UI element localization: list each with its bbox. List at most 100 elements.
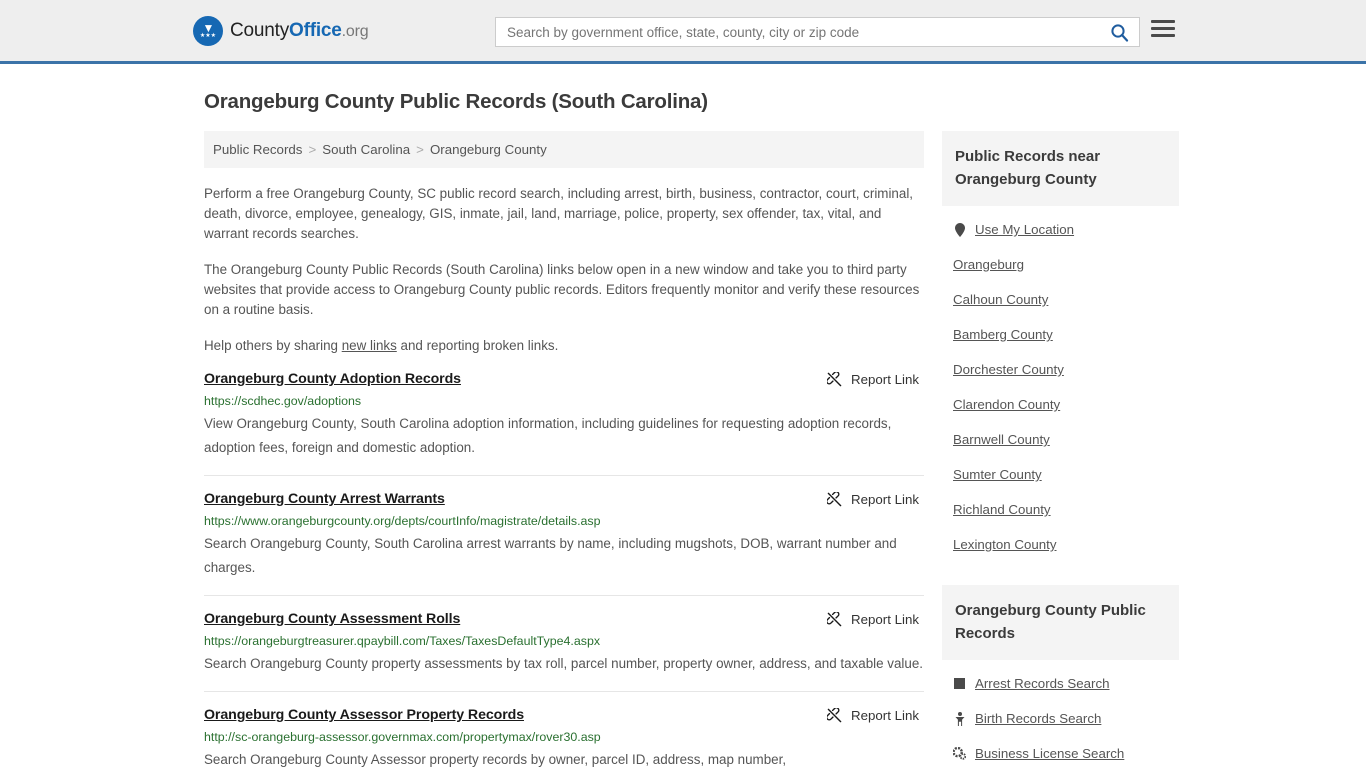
sidebar-item-bamberg-county[interactable]: Bamberg County (953, 317, 1179, 352)
brand-part-office: Office (289, 19, 342, 41)
report-link-button[interactable]: Report Link (827, 372, 919, 387)
nearby-records-card: Public Records near Orangeburg County Us… (942, 131, 1179, 562)
record-title-link[interactable]: Orangeburg County Assessment Rolls (204, 611, 460, 627)
content-columns: Public Records > South Carolina > Orange… (204, 131, 1179, 768)
main-column: Public Records > South Carolina > Orange… (204, 131, 924, 768)
brand-part-org: .org (341, 22, 369, 40)
sidebar-link-label[interactable]: Sumter County (953, 467, 1042, 482)
broken-link-icon (827, 708, 842, 723)
sidebar: Public Records near Orangeburg County Us… (942, 131, 1179, 768)
broken-link-icon (827, 492, 842, 507)
sidebar-link-label[interactable]: Barnwell County (953, 432, 1050, 447)
report-link-button[interactable]: Report Link (827, 492, 919, 507)
sidebar-item-birth-records-search[interactable]: Birth Records Search (953, 701, 1179, 736)
report-link-label: Report Link (851, 492, 919, 507)
record-item: Orangeburg County Assessor Property Reco… (204, 692, 924, 768)
sidebar-item-clarendon-county[interactable]: Clarendon County (953, 387, 1179, 422)
record-title-link[interactable]: Orangeburg County Arrest Warrants (204, 491, 445, 507)
eagle-seal-icon: ▼ ★★★ (193, 15, 223, 46)
page-title: Orangeburg County Public Records (South … (204, 90, 708, 113)
sidebar-item-barnwell-county[interactable]: Barnwell County (953, 422, 1179, 457)
sidebar-link-label[interactable]: Clarendon County (953, 397, 1060, 412)
record-item: Orangeburg County Arrest Warrants Report… (204, 476, 924, 596)
county-records-title: Orangeburg County Public Records (942, 585, 1179, 660)
record-title-link[interactable]: Orangeburg County Assessor Property Reco… (204, 707, 524, 723)
sidebar-link-label[interactable]: Richland County (953, 502, 1051, 517)
sidebar-link-label[interactable]: Bamberg County (953, 327, 1053, 342)
record-description: Search Orangeburg County Assessor proper… (204, 752, 787, 767)
record-header: Orangeburg County Assessment Rolls Repor… (204, 611, 924, 627)
sidebar-link-label[interactable]: Business License Search (975, 746, 1124, 761)
nearby-records-title: Public Records near Orangeburg County (942, 131, 1179, 206)
record-url: https://scdhec.gov/adoptions (204, 394, 362, 408)
report-link-label: Report Link (851, 372, 919, 387)
sidebar-link-label[interactable]: Use My Location (975, 222, 1074, 237)
intro-text-before: Help others by sharing (204, 338, 342, 353)
broken-link-icon (827, 612, 842, 627)
sidebar-item-business-license-search[interactable]: Business License Search (953, 736, 1179, 768)
sidebar-link-label[interactable]: Orangeburg (953, 257, 1024, 272)
nearby-records-list: Use My Location Orangeburg Calhoun Count… (942, 206, 1179, 562)
gears-icon (953, 747, 966, 760)
hamburger-bar (1151, 34, 1175, 37)
report-link-button[interactable]: Report Link (827, 612, 919, 627)
broken-link-icon (827, 372, 842, 387)
intro-paragraph-1: Perform a free Orangeburg County, SC pub… (204, 186, 914, 241)
new-links-link[interactable]: new links (342, 338, 397, 353)
intro-paragraph-3: Help others by sharing new links and rep… (204, 336, 924, 356)
report-link-button[interactable]: Report Link (827, 708, 919, 723)
page-container: Orangeburg County Public Records (South … (0, 90, 1366, 768)
hamburger-bar (1151, 20, 1175, 23)
search-bar[interactable] (495, 17, 1140, 47)
county-records-list: Arrest Records Search Birth Records Sear… (942, 660, 1179, 768)
map-pin-icon (953, 222, 966, 237)
record-header: Orangeburg County Arrest Warrants Report… (204, 491, 924, 507)
search-button[interactable] (1099, 18, 1139, 46)
sidebar-link-label[interactable]: Lexington County (953, 537, 1057, 552)
record-description: Search Orangeburg County, South Carolina… (204, 536, 897, 575)
sidebar-item-arrest-records-search[interactable]: Arrest Records Search (953, 666, 1179, 701)
search-icon (1110, 23, 1128, 42)
report-link-label: Report Link (851, 708, 919, 723)
intro-text-after: and reporting broken links. (396, 338, 559, 353)
sidebar-item-lexington-county[interactable]: Lexington County (953, 527, 1179, 562)
breadcrumb-item-south-carolina[interactable]: South Carolina (322, 142, 410, 157)
breadcrumb-separator: > (416, 142, 424, 157)
child-icon (953, 711, 966, 726)
sidebar-item-orangeburg[interactable]: Orangeburg (953, 247, 1179, 282)
sidebar-item-use-my-location[interactable]: Use My Location (953, 212, 1179, 247)
record-title-link[interactable]: Orangeburg County Adoption Records (204, 371, 461, 387)
breadcrumb-item-public-records[interactable]: Public Records (213, 142, 302, 157)
record-url: https://orangeburgtreasurer.qpaybill.com… (204, 634, 601, 648)
brand-part-county: County (230, 19, 290, 41)
search-input[interactable] (496, 24, 1099, 40)
site-header: ▼ ★★★ CountyOffice.org (0, 0, 1366, 64)
intro-text: Perform a free Orangeburg County, SC pub… (204, 184, 924, 356)
sidebar-item-calhoun-county[interactable]: Calhoun County (953, 282, 1179, 317)
intro-paragraph-2: The Orangeburg County Public Records (So… (204, 262, 920, 317)
record-header: Orangeburg County Assessor Property Reco… (204, 707, 924, 723)
sidebar-item-richland-county[interactable]: Richland County (953, 492, 1179, 527)
record-item: Orangeburg County Assessment Rolls Repor… (204, 596, 924, 692)
hamburger-bar (1151, 27, 1175, 30)
brand-wordmark: CountyOffice.org (230, 19, 369, 42)
breadcrumb-item-orangeburg-county[interactable]: Orangeburg County (430, 142, 547, 157)
record-url: http://sc-orangeburg-assessor.governmax.… (204, 730, 601, 744)
county-records-card: Orangeburg County Public Records Arrest … (942, 585, 1179, 768)
sidebar-link-label[interactable]: Calhoun County (953, 292, 1048, 307)
record-url: https://www.orangeburgcounty.org/depts/c… (204, 514, 601, 528)
breadcrumb: Public Records > South Carolina > Orange… (204, 131, 924, 168)
record-item: Orangeburg County Adoption Records Repor… (204, 356, 924, 476)
record-description: Search Orangeburg County property assess… (204, 656, 924, 671)
sidebar-link-label[interactable]: Dorchester County (953, 362, 1064, 377)
site-logo[interactable]: ▼ ★★★ CountyOffice.org (193, 15, 369, 46)
record-header: Orangeburg County Adoption Records Repor… (204, 371, 924, 387)
hamburger-menu-icon[interactable] (1151, 20, 1175, 37)
sidebar-item-dorchester-county[interactable]: Dorchester County (953, 352, 1179, 387)
sidebar-link-label[interactable]: Arrest Records Search (975, 676, 1110, 691)
breadcrumb-separator: > (308, 142, 317, 157)
sidebar-item-sumter-county[interactable]: Sumter County (953, 457, 1179, 492)
report-link-label: Report Link (851, 612, 919, 627)
sidebar-link-label[interactable]: Birth Records Search (975, 711, 1101, 726)
record-description: View Orangeburg County, South Carolina a… (204, 416, 892, 455)
